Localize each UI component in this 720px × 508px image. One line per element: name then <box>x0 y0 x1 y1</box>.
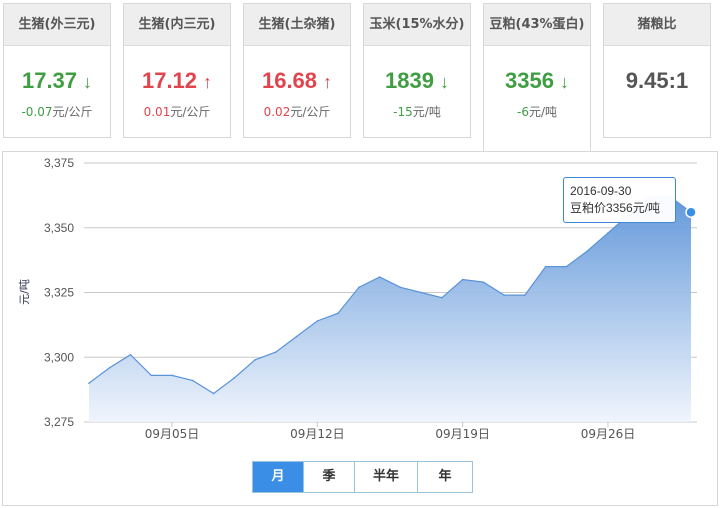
card-price-value: 9.45:1 <box>625 68 689 93</box>
range-tab[interactable]: 季 <box>304 462 355 492</box>
price-card[interactable]: 生猪(外三元) 17.37 ↓ -0.07元/公斤 <box>3 3 111 138</box>
card-title: 玉米(15%水分) <box>364 4 470 46</box>
card-change-unit: 元/公斤 <box>290 105 331 119</box>
arrow-down-icon: ↓ <box>83 72 93 92</box>
card-title: 猪粮比 <box>604 4 710 46</box>
arrow-up-icon: ↑ <box>203 72 213 92</box>
card-price: 3356 ↓ <box>484 68 590 94</box>
card-change: -15元/吨 <box>364 103 470 120</box>
card-change: -0.07元/公斤 <box>4 103 110 120</box>
card-change: 0.02元/公斤 <box>244 103 350 120</box>
card-change-value: -15 <box>393 105 413 119</box>
card-change-unit: 元/吨 <box>528 105 557 119</box>
card-title: 豆粕(43%蛋白) <box>484 4 590 46</box>
card-change-unit: 元/吨 <box>412 105 441 119</box>
price-card[interactable]: 豆粕(43%蛋白) 3356 ↓ -6元/吨 <box>483 3 591 152</box>
card-change-value: -6 <box>516 105 529 119</box>
card-price-value: 16.68 <box>261 68 318 93</box>
arrow-up-icon: ↑ <box>323 72 333 92</box>
card-price-value: 17.37 <box>21 68 78 93</box>
card-title: 生猪(外三元) <box>4 4 110 46</box>
card-price: 17.12 ↑ <box>124 68 230 94</box>
chart-tooltip: 2016-09-30 豆粕价3356元/吨 <box>563 177 676 223</box>
card-change-unit: 元/公斤 <box>170 105 211 119</box>
price-card[interactable]: 玉米(15%水分) 1839 ↓ -15元/吨 <box>363 3 471 138</box>
card-change-unit: 元/公斤 <box>52 105 93 119</box>
arrow-down-icon: ↓ <box>439 72 449 92</box>
card-price: 16.68 ↑ <box>244 68 350 94</box>
card-change-value: -0.07 <box>21 105 53 119</box>
card-change-value: 0.01 <box>143 105 171 119</box>
range-tabs: 月季半年年 <box>252 461 473 493</box>
card-change-value: 0.02 <box>263 105 291 119</box>
range-tab[interactable]: 年 <box>418 462 472 492</box>
card-change: 0.01元/公斤 <box>124 103 230 120</box>
card-change: -6元/吨 <box>484 103 590 120</box>
card-price: 9.45:1 <box>604 68 710 94</box>
price-card[interactable]: 生猪(内三元) 17.12 ↑ 0.01元/公斤 <box>123 3 231 138</box>
range-tab[interactable]: 半年 <box>355 462 418 492</box>
card-price: 17.37 ↓ <box>4 68 110 94</box>
tooltip-value: 豆粕价3356元/吨 <box>570 201 661 215</box>
tooltip-date: 2016-09-30 <box>570 184 632 198</box>
card-price-value: 17.12 <box>141 68 198 93</box>
card-price-value: 1839 <box>385 68 434 93</box>
price-card[interactable]: 猪粮比 9.45:1 <box>603 3 711 138</box>
card-price: 1839 ↓ <box>364 68 470 94</box>
card-title: 生猪(内三元) <box>124 4 230 46</box>
price-card[interactable]: 生猪(土杂猪) 16.68 ↑ 0.02元/公斤 <box>243 3 351 138</box>
card-price-value: 3356 <box>505 68 554 93</box>
card-title: 生猪(土杂猪) <box>244 4 350 46</box>
arrow-down-icon: ↓ <box>559 72 569 92</box>
range-tab[interactable]: 月 <box>253 462 304 492</box>
